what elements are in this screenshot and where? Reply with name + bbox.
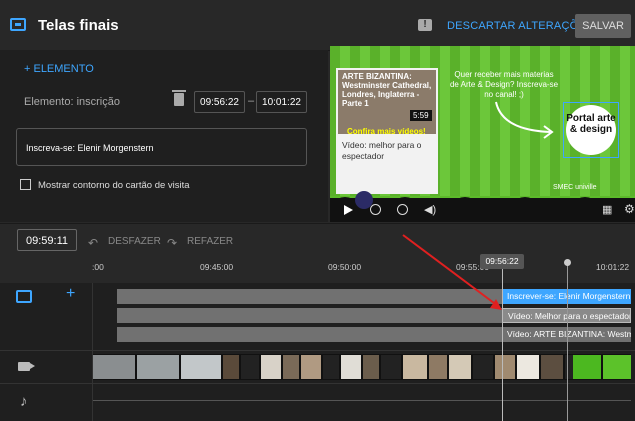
start-time-input[interactable]: 09:56:22 xyxy=(194,91,245,113)
page-title: Telas finais xyxy=(38,17,119,34)
settings-gear-icon[interactable]: ⚙ xyxy=(624,202,635,216)
end-screen-icon xyxy=(10,18,26,31)
ruler-tick: :00 xyxy=(92,262,104,272)
audio-waveform xyxy=(93,400,631,401)
elements-track-icon xyxy=(16,290,32,303)
feedback-icon[interactable]: ! xyxy=(418,19,432,31)
grid-icon[interactable]: ▦ xyxy=(602,203,612,216)
video-card-badge: Confira mais vídeos! xyxy=(347,127,426,136)
divider xyxy=(0,223,635,224)
element-label: Elemento: inscrição xyxy=(24,96,120,108)
show-outline-checkbox[interactable] xyxy=(20,179,31,190)
video-card-caption: Vídeo: melhor para o espectador xyxy=(342,140,422,161)
video-end-marker[interactable] xyxy=(564,259,571,266)
channel-logo-text: Portal arte & design xyxy=(566,113,616,135)
forward-icon[interactable] xyxy=(397,204,408,215)
redo-icon[interactable]: ↷ xyxy=(167,236,177,250)
rewind-icon[interactable] xyxy=(370,204,381,215)
time-separator: – xyxy=(248,95,255,107)
redo-button[interactable]: REFAZER xyxy=(187,236,233,247)
add-element-icon[interactable]: + xyxy=(66,285,75,303)
filmstrip-frames xyxy=(93,355,631,384)
filmstrip-frames-svg xyxy=(93,355,631,379)
discard-changes-button[interactable]: DESCARTAR ALTERAÇÕES xyxy=(447,20,593,32)
undo-icon[interactable]: ↶ xyxy=(88,236,98,250)
promo-text: Quer receber mais materias de Arte & Des… xyxy=(449,70,559,99)
save-button[interactable]: SALVAR xyxy=(575,14,631,38)
current-time-input[interactable]: 09:59:11 xyxy=(17,229,77,251)
video-end-line xyxy=(567,262,568,421)
undo-button[interactable]: DESFAZER xyxy=(108,236,161,247)
play-icon[interactable] xyxy=(344,205,353,215)
audio-track-icon: ♪ xyxy=(20,393,28,410)
card-text-value: Inscreva-se: Elenir Morgenstern xyxy=(26,143,154,153)
video-card-title: ARTE BIZANTINA: Westminster Cathedral, L… xyxy=(342,72,432,108)
show-outline-label: Mostrar contorno do cartão de visita xyxy=(38,180,190,191)
add-element-button[interactable]: + ELEMENTO xyxy=(24,63,94,75)
ruler-tick: 09:50:00 xyxy=(328,262,362,272)
track-divider xyxy=(0,350,635,351)
video-track-icon xyxy=(18,362,35,371)
ruler-tick: 09:45:00 xyxy=(200,262,234,272)
video-card-duration: 5:59 xyxy=(410,110,432,121)
end-time-input[interactable]: 10:01:22 xyxy=(256,91,307,113)
delete-icon[interactable] xyxy=(172,90,186,106)
brand-text: SMEC univille xyxy=(553,184,597,191)
element-bar[interactable] xyxy=(117,327,502,342)
annotation-arrow-icon xyxy=(402,234,502,310)
volume-icon[interactable]: ◀) xyxy=(424,203,436,216)
channel-logo: Portal arte & design xyxy=(566,105,616,155)
timeline-ruler[interactable] xyxy=(90,255,635,283)
ruler-tick: 10:01:22 xyxy=(596,262,630,272)
promo-arrow-icon xyxy=(495,101,554,139)
